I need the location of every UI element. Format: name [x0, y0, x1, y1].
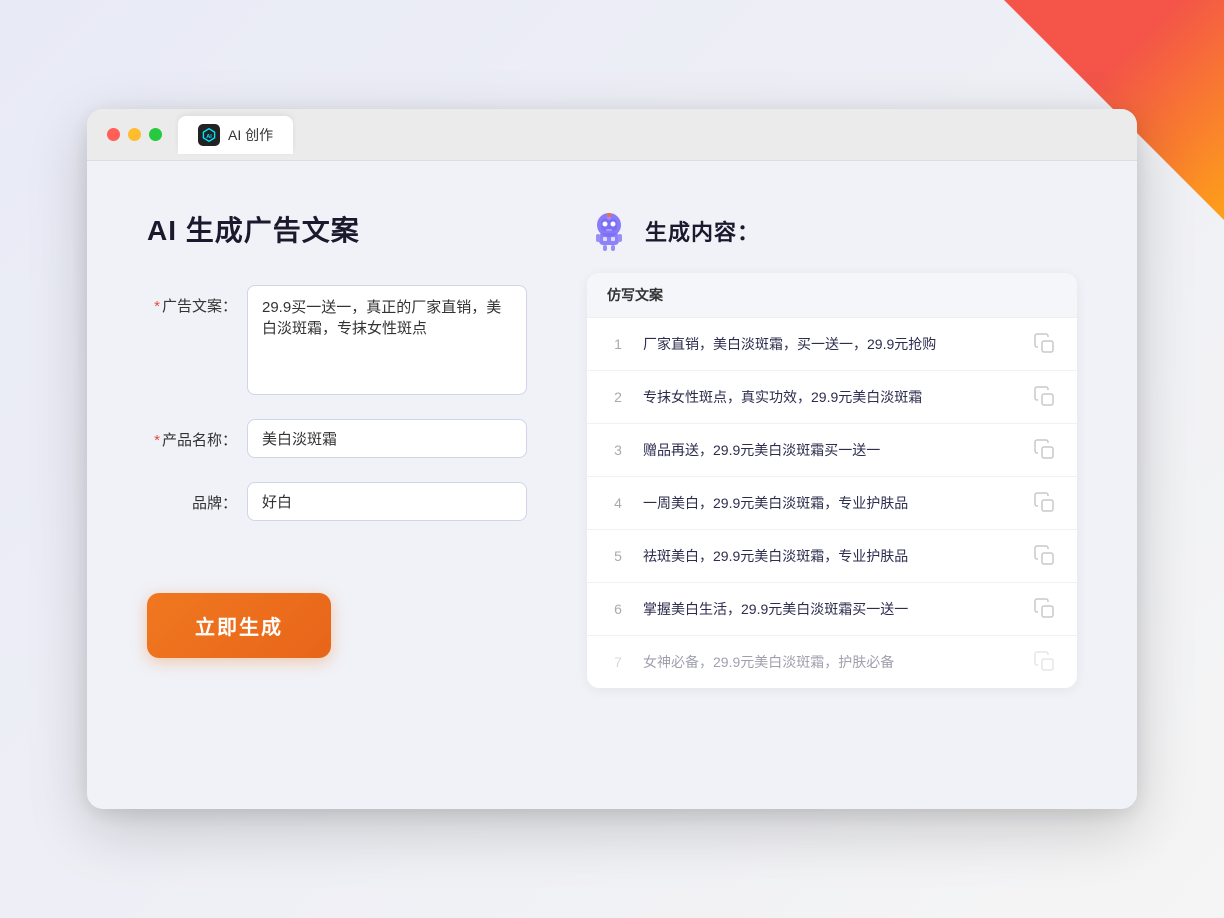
browser-tab[interactable]: AI AI 创作 [178, 116, 293, 154]
table-row: 4 一周美白，29.9元美白淡斑霜，专业护肤品 [587, 477, 1077, 530]
copy-icon[interactable] [1033, 544, 1057, 568]
ad-copy-textarea[interactable]: 29.9买一送一，真正的厂家直销，美白淡斑霜，专抹女性斑点 [247, 285, 527, 395]
result-header: 生成内容： [587, 209, 1077, 253]
traffic-lights [107, 128, 162, 141]
maximize-button[interactable] [149, 128, 162, 141]
svg-text:AI: AI [206, 133, 212, 139]
row-number: 3 [607, 442, 629, 458]
generate-button[interactable]: 立即生成 [147, 593, 331, 658]
page-title: AI 生成广告文案 [147, 209, 527, 249]
row-content: 赠品再送，29.9元美白淡斑霜买一送一 [643, 440, 1019, 461]
product-name-row: *产品名称： [147, 419, 527, 458]
product-name-input[interactable] [247, 419, 527, 458]
row-content: 厂家直销，美白淡斑霜，买一送一，29.9元抢购 [643, 334, 1019, 355]
result-title: 生成内容： [645, 215, 760, 247]
minimize-button[interactable] [128, 128, 141, 141]
row-content: 专抹女性斑点，真实功效，29.9元美白淡斑霜 [643, 387, 1019, 408]
product-required-star: * [154, 432, 160, 449]
robot-icon [587, 209, 631, 253]
table-row: 5 祛斑美白，29.9元美白淡斑霜，专业护肤品 [587, 530, 1077, 583]
table-row: 1 厂家直销，美白淡斑霜，买一送一，29.9元抢购 [587, 318, 1077, 371]
copy-icon[interactable] [1033, 650, 1057, 674]
row-content: 祛斑美白，29.9元美白淡斑霜，专业护肤品 [643, 546, 1019, 567]
row-number: 7 [607, 654, 629, 670]
results-table-header: 仿写文案 [587, 273, 1077, 318]
table-row: 2 专抹女性斑点，真实功效，29.9元美白淡斑霜 [587, 371, 1077, 424]
brand-input[interactable] [247, 482, 527, 521]
results-table: 仿写文案 1 厂家直销，美白淡斑霜，买一送一，29.9元抢购 2 专抹女性斑点，… [587, 273, 1077, 688]
browser-content: AI 生成广告文案 *广告文案： 29.9买一送一，真正的厂家直销，美白淡斑霜，… [87, 161, 1137, 801]
ai-tab-icon: AI [198, 124, 220, 146]
close-button[interactable] [107, 128, 120, 141]
row-number: 4 [607, 495, 629, 511]
copy-icon[interactable] [1033, 597, 1057, 621]
row-number: 2 [607, 389, 629, 405]
table-row: 7 女神必备，29.9元美白淡斑霜，护肤必备 [587, 636, 1077, 688]
row-content: 掌握美白生活，29.9元美白淡斑霜买一送一 [643, 599, 1019, 620]
left-panel: AI 生成广告文案 *广告文案： 29.9买一送一，真正的厂家直销，美白淡斑霜，… [147, 209, 527, 753]
copy-icon[interactable] [1033, 385, 1057, 409]
right-panel: 生成内容： 仿写文案 1 厂家直销，美白淡斑霜，买一送一，29.9元抢购 2 专… [587, 209, 1077, 753]
copy-icon[interactable] [1033, 438, 1057, 462]
browser-window: AI AI 创作 AI 生成广告文案 *广告文案： 29.9买一送一，真正的厂家… [87, 109, 1137, 809]
row-number: 5 [607, 548, 629, 564]
product-name-label: *产品名称： [147, 419, 237, 450]
table-row: 3 赠品再送，29.9元美白淡斑霜买一送一 [587, 424, 1077, 477]
copy-icon[interactable] [1033, 332, 1057, 356]
brand-label: 品牌： [147, 482, 237, 513]
row-number: 6 [607, 601, 629, 617]
brand-row: 品牌： [147, 482, 527, 521]
table-row: 6 掌握美白生活，29.9元美白淡斑霜买一送一 [587, 583, 1077, 636]
ad-copy-required-star: * [154, 298, 160, 315]
row-content: 一周美白，29.9元美白淡斑霜，专业护肤品 [643, 493, 1019, 514]
browser-titlebar: AI AI 创作 [87, 109, 1137, 161]
row-number: 1 [607, 336, 629, 352]
tab-label: AI 创作 [228, 125, 273, 145]
row-content: 女神必备，29.9元美白淡斑霜，护肤必备 [643, 652, 1019, 673]
ad-copy-row: *广告文案： 29.9买一送一，真正的厂家直销，美白淡斑霜，专抹女性斑点 [147, 285, 527, 395]
copy-icon[interactable] [1033, 491, 1057, 515]
result-rows-container: 1 厂家直销，美白淡斑霜，买一送一，29.9元抢购 2 专抹女性斑点，真实功效，… [587, 318, 1077, 688]
ad-copy-label: *广告文案： [147, 285, 237, 316]
